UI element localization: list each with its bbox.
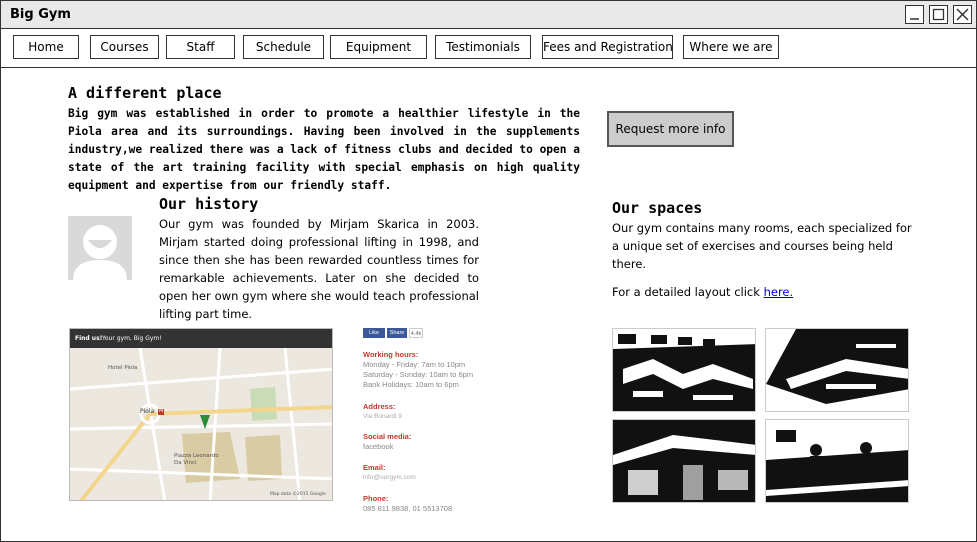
gym-photo-2 xyxy=(765,328,909,412)
nav-schedule[interactable]: Schedule xyxy=(243,35,324,59)
person-icon xyxy=(68,216,132,280)
social-label: Social media: xyxy=(363,432,412,441)
facebook-share-button[interactable]: Share xyxy=(387,328,407,338)
minimize-icon xyxy=(910,18,919,20)
window-title: Big Gym xyxy=(10,7,71,22)
email-label: Email: xyxy=(363,463,386,472)
spaces-text: Our gym contains many rooms, each specia… xyxy=(612,221,912,271)
history-heading: Our history xyxy=(159,195,259,213)
minimize-button[interactable] xyxy=(905,5,924,24)
hours-weekday: Monday - Friday: 7am to 10pm xyxy=(363,360,466,369)
nav-testimonials[interactable]: Testimonials xyxy=(435,35,531,59)
map-label-metro: M xyxy=(159,408,164,414)
app-window: Big Gym Home Courses Staff Schedule Equi… xyxy=(0,0,977,542)
address-value: Via Bonardi 9 xyxy=(363,413,402,420)
email-value[interactable]: info@ourgym.com xyxy=(363,473,416,483)
request-info-button[interactable]: Request more info xyxy=(607,111,734,147)
map-place-name: Your gym, Big Gym! xyxy=(102,335,162,342)
map-label-piola: Piola xyxy=(140,408,155,415)
social-value[interactable]: facebook xyxy=(363,442,393,452)
phone-value: 085 811 9838, 01 5513708 xyxy=(363,504,453,513)
map-label-piazza: Piazza Leonardo Da Vinci xyxy=(174,453,219,466)
nav-bar: Home Courses Staff Schedule Equipment Te… xyxy=(1,29,976,68)
facebook-count: 4.4k xyxy=(409,328,423,338)
close-icon xyxy=(956,8,969,21)
title-bar: Big Gym xyxy=(1,1,976,29)
nav-fees-registration[interactable]: Fees and Registration xyxy=(542,35,673,59)
nav-where-we-are[interactable]: Where we are xyxy=(683,35,779,59)
layout-link[interactable]: here. xyxy=(764,285,794,299)
phone-label: Phone: xyxy=(363,494,389,503)
intro-text: Big gym was established in order to prom… xyxy=(68,107,580,192)
spaces-heading: Our spaces xyxy=(612,199,703,217)
address-label: Address: xyxy=(363,402,396,411)
maximize-icon xyxy=(932,8,945,21)
history-text: Our gym was founded by Mirjam Skarica in… xyxy=(159,217,479,321)
map-widget[interactable]: Find us! Your gym, Big Gym! Hotel Piola … xyxy=(69,328,333,501)
gym-photo-4 xyxy=(765,419,909,503)
map-label-hotel: Hotel Piola xyxy=(108,365,138,371)
hours-weekend: Saturday - Sunday: 10am to 6pm xyxy=(363,370,474,379)
facebook-like-button[interactable]: Like xyxy=(363,328,385,338)
layout-prefix: For a detailed layout click xyxy=(612,285,764,299)
nav-staff[interactable]: Staff xyxy=(166,35,235,59)
layout-line: For a detailed layout click here. xyxy=(612,285,793,299)
close-button[interactable] xyxy=(953,5,972,24)
avatar xyxy=(68,216,132,280)
map-canvas xyxy=(70,329,332,500)
nav-courses[interactable]: Courses xyxy=(90,35,159,59)
map-header: Find us! Your gym, Big Gym! xyxy=(70,329,332,348)
intro-heading: A different place xyxy=(68,84,222,102)
nav-home[interactable]: Home xyxy=(13,35,79,59)
maximize-button[interactable] xyxy=(929,5,948,24)
hours-label: Working hours: xyxy=(363,350,419,359)
nav-equipment[interactable]: Equipment xyxy=(330,35,427,59)
gym-photo-1 xyxy=(612,328,756,412)
gym-photo-3 xyxy=(612,419,756,503)
map-find-us: Find us! xyxy=(75,335,103,342)
map-attribution: Map data ©2015 Google xyxy=(270,492,326,497)
hours-holidays: Bank Holidays: 10am to 6pm xyxy=(363,380,459,389)
